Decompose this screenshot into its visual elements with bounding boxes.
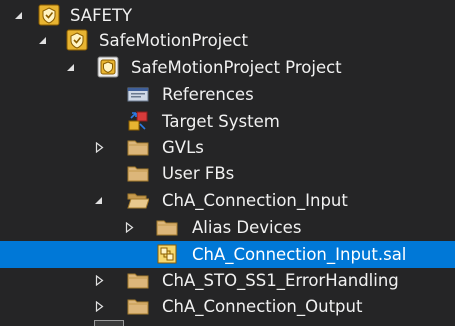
- folder-icon: [127, 295, 149, 317]
- tree-item-label: User FBs: [162, 164, 235, 183]
- tree-item-safemotionproject-project[interactable]: SafeMotionProject Project: [0, 54, 455, 81]
- sal-file-icon: [156, 243, 178, 265]
- folder-icon: [127, 136, 149, 158]
- tree-item-safety[interactable]: SAFETY: [0, 2, 455, 29]
- tree-item-label: ChA_Connection_Output: [162, 297, 363, 316]
- expanded-arrow-icon[interactable]: [92, 187, 104, 214]
- folder-icon: [127, 162, 149, 184]
- tree-item-user-fbs[interactable]: User FBs: [0, 160, 455, 187]
- expanded-arrow-icon[interactable]: [12, 2, 24, 29]
- collapsed-arrow-icon[interactable]: [93, 293, 105, 320]
- tree-item-label: SAFETY: [70, 6, 133, 25]
- tree-item-gvls[interactable]: GVLs: [0, 134, 455, 161]
- tree-item-alias-devices[interactable]: Alias Devices: [0, 214, 455, 241]
- collapsed-arrow-icon[interactable]: [93, 134, 105, 161]
- tree-item-label: References: [162, 85, 254, 104]
- tree-item-target-system[interactable]: Target System: [0, 108, 455, 135]
- tree-item-safemotionproject[interactable]: SafeMotionProject: [0, 27, 455, 54]
- tree-item-label: Alias Devices: [192, 218, 302, 237]
- collapsed-arrow-icon[interactable]: [123, 214, 135, 241]
- tree-item-label: GVLs: [162, 138, 204, 157]
- tree-item-cha-connection-input-sal[interactable]: ChA_Connection_Input.sal: [0, 241, 455, 268]
- folder-open-icon: [127, 189, 150, 211]
- safety-project-icon: [38, 4, 60, 26]
- tree-item-references[interactable]: References: [0, 81, 455, 108]
- folder-icon: [156, 216, 178, 238]
- folder-icon: [127, 269, 149, 291]
- tree-item-cha-connection-output[interactable]: ChA_Connection_Output: [0, 293, 455, 320]
- tree-item-label: Target System: [162, 112, 280, 131]
- tree-item-cha-connection-input[interactable]: ChA_Connection_Input: [0, 187, 455, 214]
- collapsed-arrow-icon[interactable]: [93, 267, 105, 294]
- references-icon: [127, 83, 149, 105]
- safety-project-icon: [66, 29, 88, 51]
- tree-item-label: SafeMotionProject: [99, 31, 248, 50]
- tree-item-label: SafeMotionProject Project: [131, 58, 342, 77]
- solution-explorer-tree: SAFETY SafeMotionProject SafeMotionProje…: [0, 0, 455, 326]
- tree-item-label: ChA_Connection_Input.sal: [192, 245, 407, 264]
- expanded-arrow-icon[interactable]: [64, 54, 76, 81]
- expanded-arrow-icon[interactable]: [36, 27, 48, 54]
- tree-item-label: ChA_Connection_Input: [162, 191, 348, 210]
- safety-project-icon: [97, 56, 119, 78]
- tree-item-cha-sto-ss1-errorhandling[interactable]: ChA_STO_SS1_ErrorHandling: [0, 267, 455, 294]
- tree-item-label: ChA_STO_SS1_ErrorHandling: [162, 271, 399, 290]
- target-system-icon: [127, 110, 149, 132]
- partial-item-icon: [94, 320, 124, 326]
